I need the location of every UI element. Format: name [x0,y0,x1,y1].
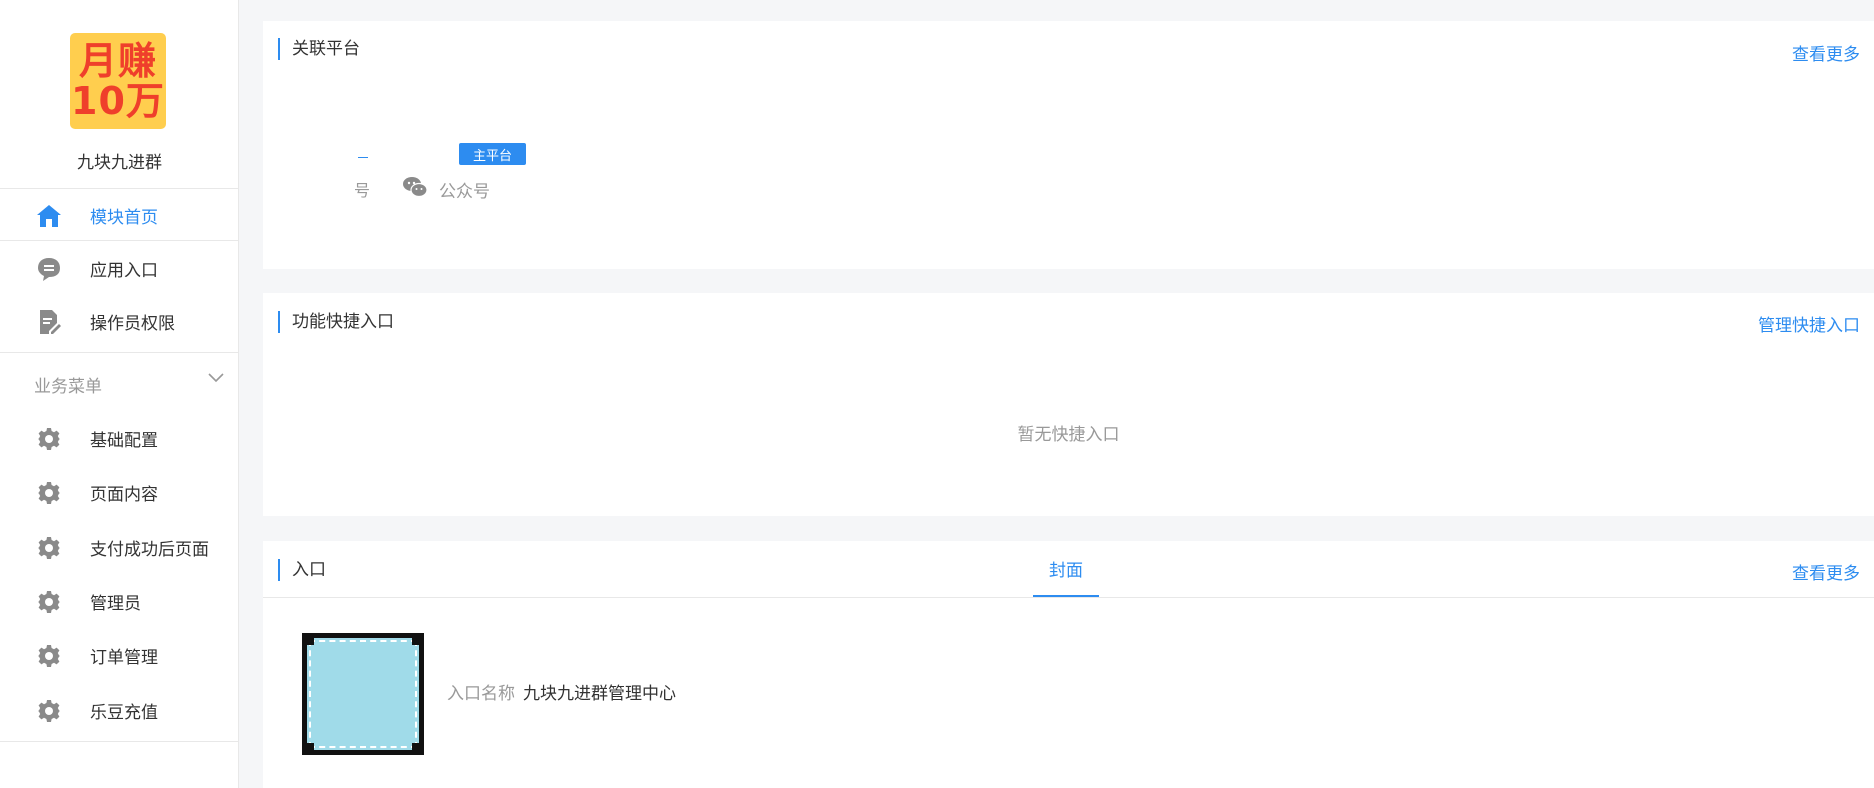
sidebar-item-label: 操作员权限 [90,314,175,334]
sidebar-item-label: 支付成功后页面 [90,540,209,560]
sidebar-item-label: 页面内容 [90,485,158,505]
chat-icon [36,256,62,282]
card-title: 功能快捷入口 [278,311,394,333]
qr-corner [302,633,314,645]
gear-icon [36,535,62,561]
gear-icon [36,589,62,615]
qr-corner [412,633,424,645]
platform-dash [358,157,368,158]
platform-text-fragment: 号 [354,181,371,200]
main-platform-badge: 主平台 [459,143,526,165]
home-icon [36,203,62,229]
wechat-icon [403,177,428,198]
document-edit-icon [36,309,62,335]
tab-cover[interactable]: 封面 [1033,541,1099,597]
sidebar-item-label: 基础配置 [90,431,158,451]
qr-code-image [302,633,424,755]
manage-shortcuts-link[interactable]: 管理快捷入口 [1758,311,1860,336]
logo-line-1: 月赚 [78,39,157,83]
sidebar-divider [0,352,239,353]
gear-icon [36,643,62,669]
related-platforms-card: 关联平台 查看更多 主平台 号 公众号 [263,21,1874,269]
entry-name-value: 九块九进群管理中心 [523,684,676,704]
business-menu-title: 业务菜单 [34,377,102,397]
gear-icon [36,426,62,452]
platform-name[interactable]: 公众号 [439,177,490,202]
card-title: 入口 [278,559,326,581]
entry-name-label: 入口名称 [447,684,515,704]
sidebar-item-label: 管理员 [90,594,141,614]
sidebar: 月赚 10万 九块九进群 模块首页 应用入口 操作员权限 业务菜单 基础配置 页… [0,0,239,788]
sidebar-item-label: 应用入口 [90,261,158,281]
sidebar-item-payment-success-page[interactable]: 支付成功后页面 [0,520,239,574]
view-more-link[interactable]: 查看更多 [1792,559,1860,584]
qr-corner [302,743,314,755]
sidebar-item-label: 订单管理 [90,648,158,668]
chevron-down-icon[interactable] [207,370,225,384]
app: 月赚 10万 九块九进群 模块首页 应用入口 操作员权限 业务菜单 基础配置 页… [0,0,1874,788]
shortcut-entries-card: 功能快捷入口 管理快捷入口 暂无快捷入口 [263,293,1874,516]
sidebar-item-ledou-recharge[interactable]: 乐豆充值 [0,683,239,737]
gear-icon [36,480,62,506]
empty-state-text: 暂无快捷入口 [1017,425,1120,445]
sidebar-item-page-content[interactable]: 页面内容 [0,465,239,519]
logo-line-2: 10万 [71,79,165,123]
sidebar-item-label: 模块首页 [90,208,158,228]
sidebar-divider [0,741,239,742]
sidebar-item-operator-permissions[interactable]: 操作员权限 [0,294,239,348]
shop-name: 九块九进群 [77,153,162,173]
tab-divider [263,597,1874,598]
sidebar-item-label: 乐豆充值 [90,703,158,723]
qr-corner [412,743,424,755]
shop-logo: 月赚 10万 [70,33,166,129]
sidebar-item-app-entry[interactable]: 应用入口 [0,241,239,295]
card-title: 关联平台 [278,38,360,60]
gear-icon [36,698,62,724]
sidebar-item-basic-config[interactable]: 基础配置 [0,411,239,465]
entry-card: 入口 封面 查看更多 入口名称 九块九进群管理中心 [263,541,1874,788]
view-more-link[interactable]: 查看更多 [1792,40,1860,65]
sidebar-item-order-management[interactable]: 订单管理 [0,628,239,682]
sidebar-item-admins[interactable]: 管理员 [0,574,239,628]
sidebar-item-home[interactable]: 模块首页 [0,188,239,242]
